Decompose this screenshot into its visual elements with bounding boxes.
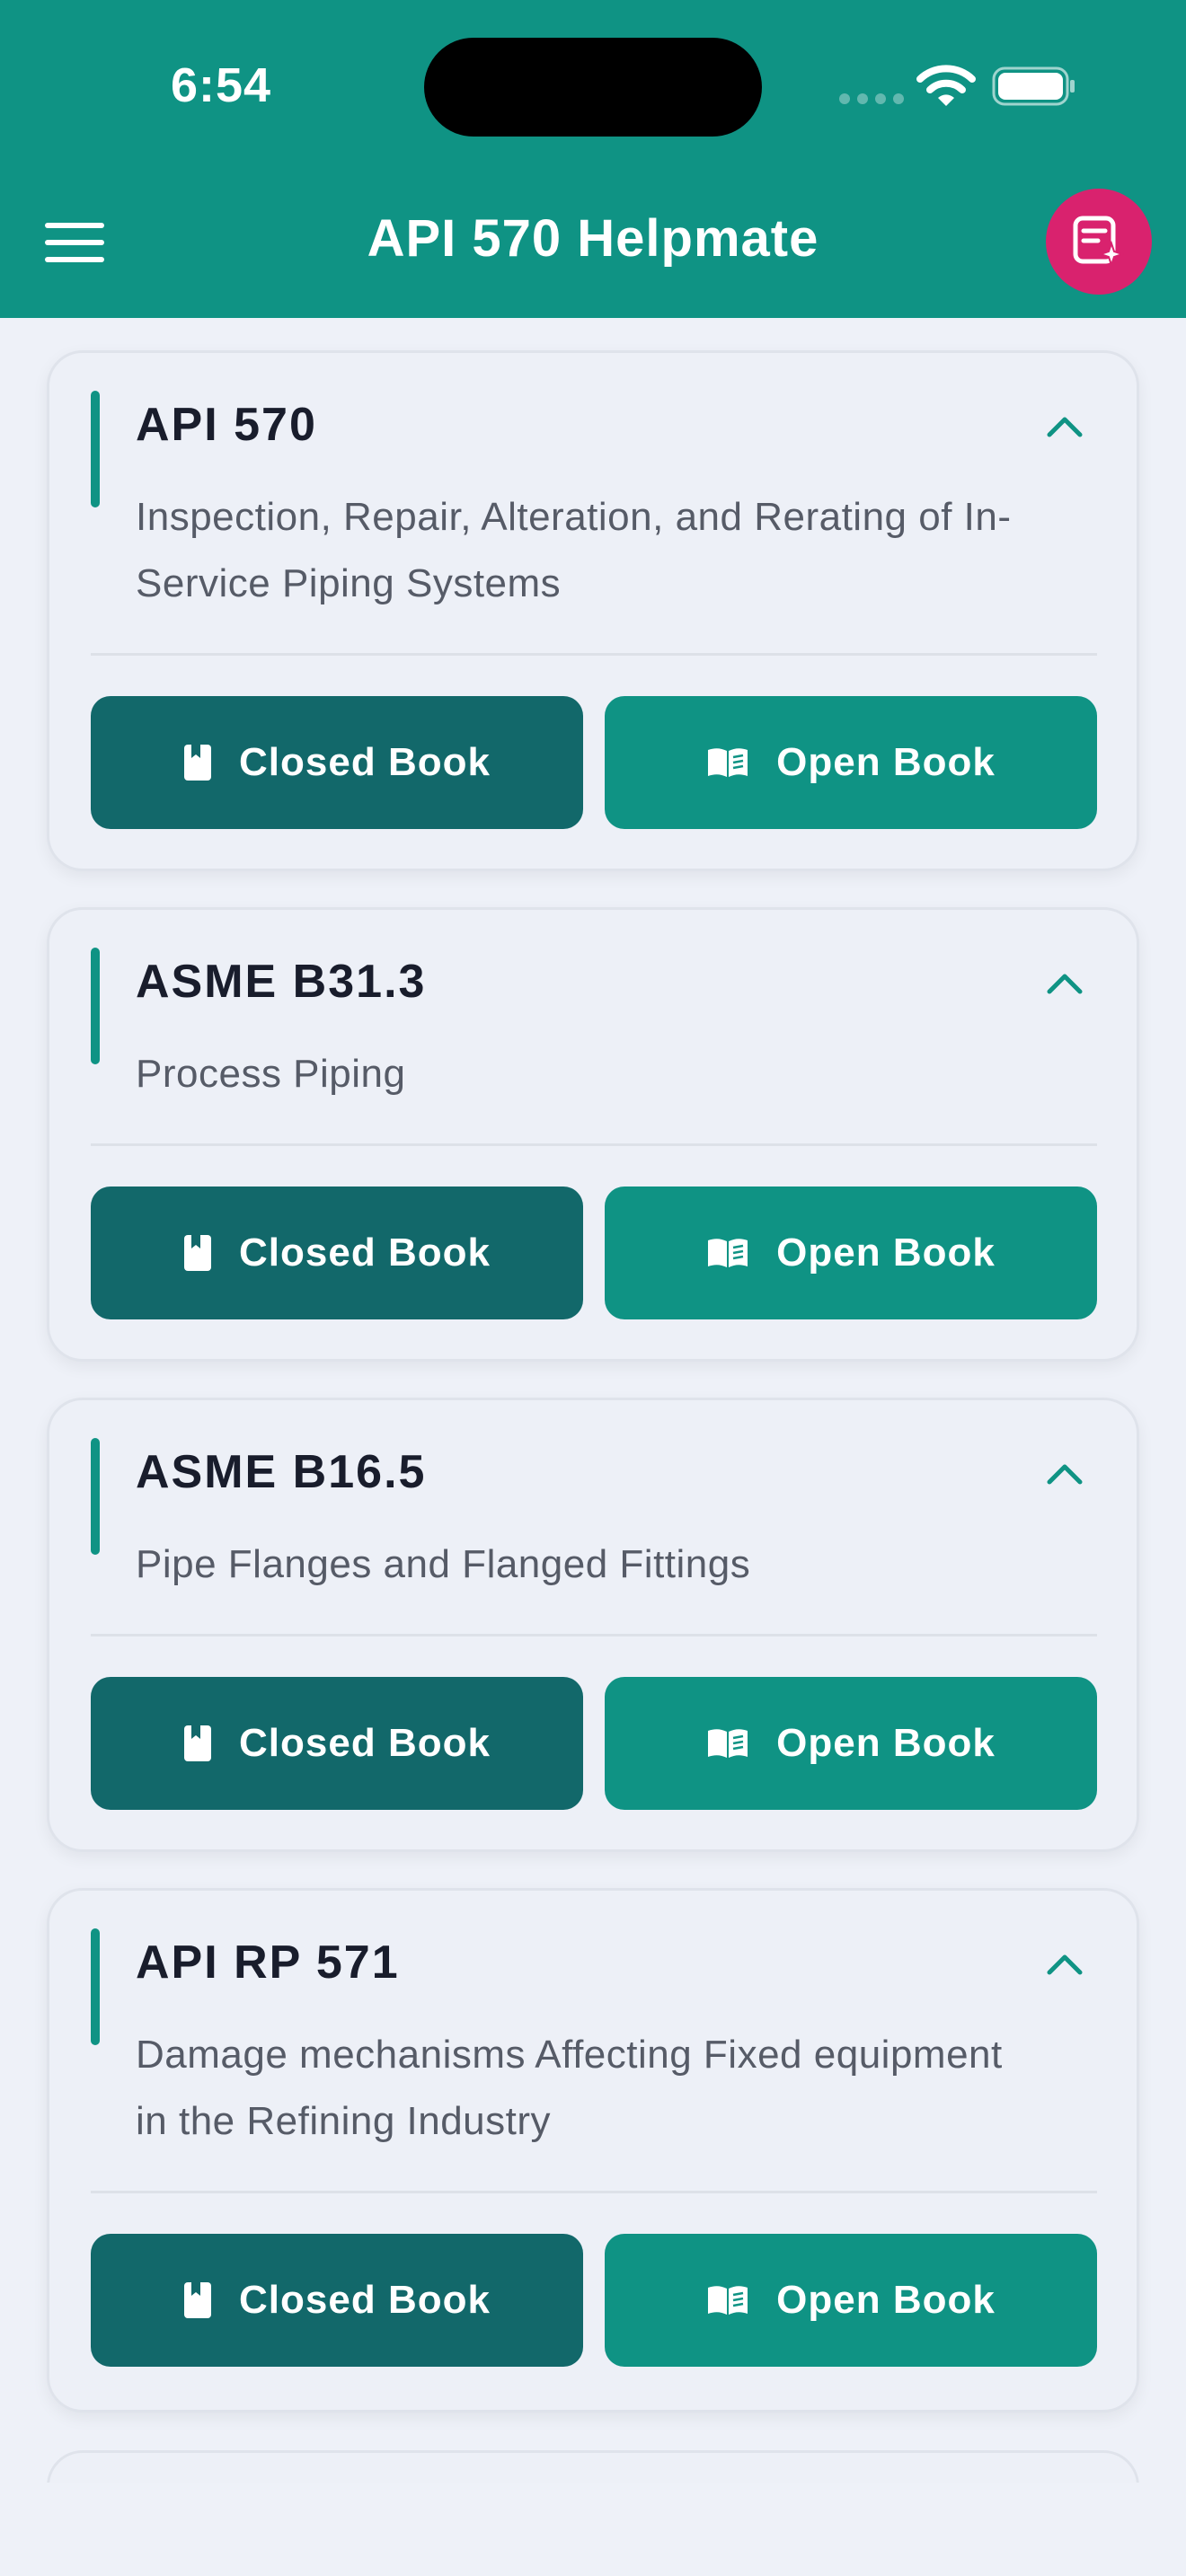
card-accent-bar <box>91 1438 100 1555</box>
card-description: Process Piping <box>136 1052 406 1096</box>
open-book-label: Open Book <box>776 1231 996 1275</box>
card-divider <box>91 653 1097 656</box>
open-book-label: Open Book <box>776 2278 996 2322</box>
open-book-button[interactable]: Open Book <box>605 1677 1097 1810</box>
standard-card-asme-b16-5: ASME B16.5 Pipe Flanges and Flanged Fitt… <box>47 1398 1139 1852</box>
ai-assistant-button[interactable] <box>1046 189 1152 295</box>
closed-book-label: Closed Book <box>239 1231 491 1275</box>
card-title: API RP 571 <box>136 1936 400 1989</box>
page-title: API 570 Helpmate <box>367 209 819 268</box>
battery-icon <box>992 66 1075 106</box>
card-title: ASME B31.3 <box>136 956 427 1008</box>
closed-book-label: Closed Book <box>239 2278 491 2322</box>
document-sparkle-icon <box>1073 216 1126 269</box>
closed-book-button[interactable]: Closed Book <box>91 1187 583 1319</box>
cellular-signal-icon <box>839 93 904 104</box>
standard-card-api-rp-571: API RP 571 Damage mechanisms Affecting F… <box>47 1888 1139 2413</box>
open-book-icon <box>708 2286 748 2315</box>
dynamic-island <box>424 38 762 137</box>
standard-card-api-570: API 570 Inspection, Repair, Alteration, … <box>47 350 1139 871</box>
closed-book-icon <box>184 1725 212 1761</box>
standards-list: API 570 Inspection, Repair, Alteration, … <box>0 318 1186 2483</box>
card-actions: Closed Book Open Book <box>91 1677 1097 1810</box>
card-description: Damage mechanisms Affecting Fixed equipm… <box>136 2033 1003 2143</box>
open-book-button[interactable]: Open Book <box>605 2234 1097 2367</box>
card-actions: Closed Book Open Book <box>91 1187 1097 1319</box>
card-accent-bar <box>91 948 100 1064</box>
closed-book-icon <box>184 2282 212 2318</box>
open-book-label: Open Book <box>776 1721 996 1765</box>
chevron-up-icon[interactable] <box>1045 1460 1084 1486</box>
open-book-button[interactable]: Open Book <box>605 696 1097 829</box>
status-time: 6:54 <box>171 58 272 112</box>
closed-book-button[interactable]: Closed Book <box>91 1677 583 1810</box>
card-title: ASME B16.5 <box>136 1446 427 1498</box>
open-book-icon <box>708 748 748 777</box>
closed-book-button[interactable]: Closed Book <box>91 696 583 829</box>
card-description: Pipe Flanges and Flanged Fittings <box>136 1542 751 1586</box>
chevron-up-icon[interactable] <box>1045 969 1084 996</box>
wifi-icon <box>916 65 976 106</box>
open-book-icon <box>708 1729 748 1758</box>
card-divider <box>91 1634 1097 1636</box>
standard-card-asme-b31-3: ASME B31.3 Process Piping Closed Book Op… <box>47 907 1139 1362</box>
open-book-label: Open Book <box>776 740 996 784</box>
standard-card-partial <box>47 2450 1139 2483</box>
card-divider <box>91 1143 1097 1146</box>
closed-book-label: Closed Book <box>239 1721 491 1765</box>
closed-book-icon <box>184 745 212 781</box>
chevron-up-icon[interactable] <box>1045 412 1084 439</box>
closed-book-button[interactable]: Closed Book <box>91 2234 583 2367</box>
closed-book-icon <box>184 1235 212 1271</box>
card-description: Inspection, Repair, Alteration, and Rera… <box>136 495 1012 605</box>
app-header: 6:54 API 570 Helpmate <box>0 0 1186 318</box>
card-divider <box>91 2191 1097 2193</box>
card-accent-bar <box>91 391 100 507</box>
chevron-up-icon[interactable] <box>1045 1950 1084 1977</box>
card-actions: Closed Book Open Book <box>91 696 1097 829</box>
closed-book-label: Closed Book <box>239 740 491 784</box>
open-book-button[interactable]: Open Book <box>605 1187 1097 1319</box>
card-accent-bar <box>91 1928 100 2045</box>
card-title: API 570 <box>136 399 317 451</box>
card-actions: Closed Book Open Book <box>91 2234 1097 2367</box>
open-book-icon <box>708 1239 748 1267</box>
